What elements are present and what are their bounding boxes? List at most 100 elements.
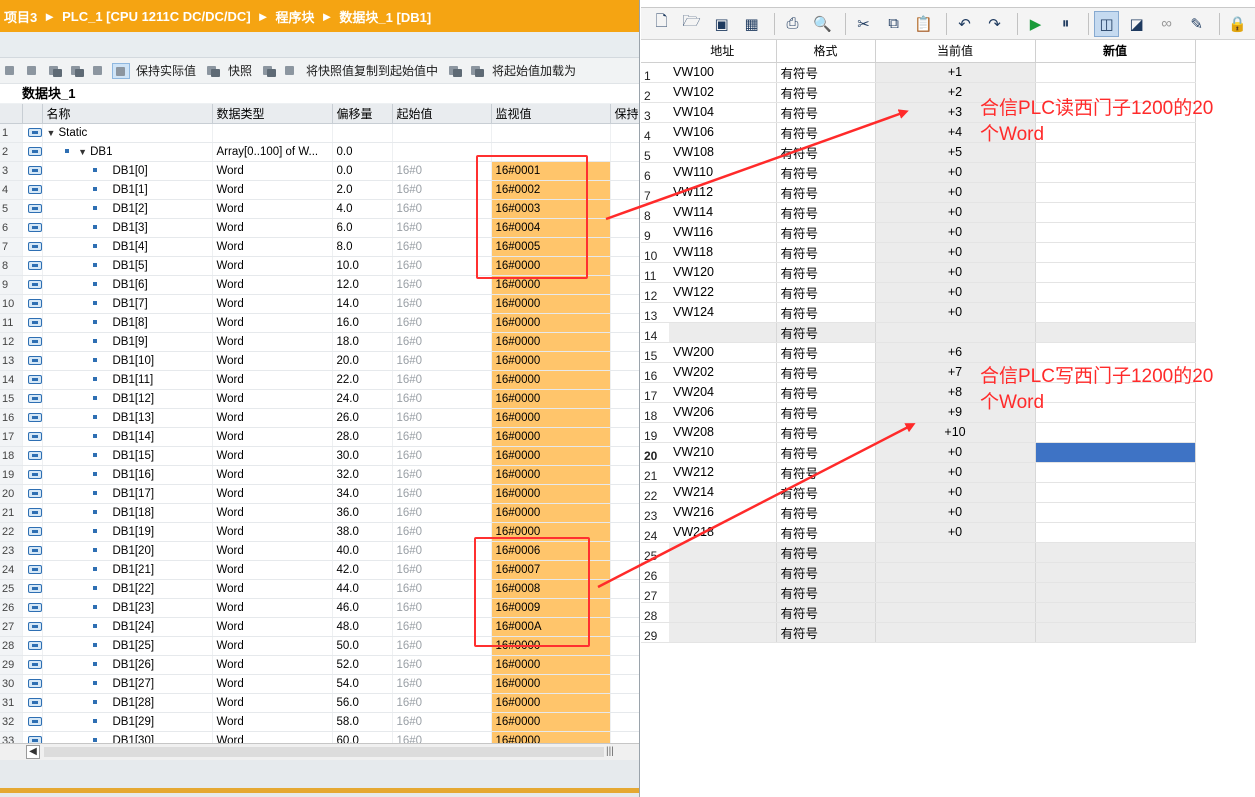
cell-start-value[interactable]: 16#0	[392, 370, 492, 390]
cell-address[interactable]	[669, 322, 777, 343]
cell-retain[interactable]	[610, 503, 639, 523]
cell-address[interactable]: VW124	[669, 302, 777, 323]
cell-retain[interactable]	[610, 522, 639, 542]
cell-format[interactable]: 有符号	[776, 322, 876, 343]
table-row[interactable]: 32 DB1[29] Word 58.0 16#0 16#0000	[0, 712, 639, 732]
monitor-all-icon[interactable]	[112, 62, 130, 79]
cell-new-value[interactable]	[1035, 542, 1196, 563]
cell-type[interactable]: Word	[212, 446, 333, 466]
cell-type[interactable]: Word	[212, 294, 333, 314]
copy-snapshot-icon-2[interactable]	[282, 63, 300, 79]
cell-type[interactable]: Word	[212, 617, 333, 637]
cell-format[interactable]: 有符号	[776, 82, 876, 103]
table-row[interactable]: 25 有符号	[641, 542, 1196, 563]
cell-name[interactable]: DB1[12]	[42, 389, 213, 409]
cell-new-value[interactable]	[1035, 462, 1196, 483]
cell-name[interactable]: DB1[16]	[42, 465, 213, 485]
cell-type[interactable]: Word	[212, 408, 333, 428]
cell-start-value[interactable]: 16#0	[392, 655, 492, 675]
cell-format[interactable]: 有符号	[776, 382, 876, 403]
cell-new-value[interactable]	[1035, 622, 1196, 643]
cell-retain[interactable]	[610, 237, 639, 257]
cell-retain[interactable]	[610, 712, 639, 732]
collapse-icon[interactable]: ▼	[78, 147, 90, 157]
cell-type[interactable]: Word	[212, 655, 333, 675]
cell-address[interactable]	[669, 582, 777, 603]
cell-retain[interactable]	[610, 256, 639, 276]
table-row[interactable]: 11 DB1[8] Word 16.0 16#0 16#0000	[0, 313, 639, 333]
cell-address[interactable]: VW104	[669, 102, 777, 123]
cell-retain[interactable]	[610, 674, 639, 694]
save-icon[interactable]: ▣	[709, 11, 734, 37]
table-row[interactable]: 20 DB1[17] Word 34.0 16#0 16#0000	[0, 484, 639, 504]
cell-retain[interactable]	[610, 560, 639, 580]
cell-name[interactable]: DB1[15]	[42, 446, 213, 466]
column-header-type[interactable]: 数据类型	[212, 104, 333, 124]
cell-start-value[interactable]: 16#0	[392, 427, 492, 447]
cell-start-value[interactable]: 16#0	[392, 389, 492, 409]
table-row[interactable]: 13 DB1[10] Word 20.0 16#0 16#0000	[0, 351, 639, 371]
cell-retain[interactable]	[610, 408, 639, 428]
cell-address[interactable]: VW120	[669, 262, 777, 283]
cell-address[interactable]: VW202	[669, 362, 777, 383]
cell-address[interactable]	[669, 622, 777, 643]
cell-start-value[interactable]	[392, 123, 492, 143]
cell-format[interactable]: 有符号	[776, 62, 876, 83]
cell-address[interactable]: VW114	[669, 202, 777, 223]
snapshot-icon[interactable]	[204, 63, 222, 79]
cell-type[interactable]: Word	[212, 237, 333, 257]
cell-name[interactable]: ▼ DB1	[42, 142, 213, 162]
cell-start-value[interactable]: 16#0	[392, 674, 492, 694]
scroll-left-icon[interactable]: ◀	[26, 745, 40, 759]
cell-start-value[interactable]: 16#0	[392, 712, 492, 732]
table-row[interactable]: 14 DB1[11] Word 22.0 16#0 16#0000	[0, 370, 639, 390]
cell-retain[interactable]	[610, 427, 639, 447]
cell-retain[interactable]	[610, 446, 639, 466]
table-row[interactable]: 6 VW110 有符号 +0	[641, 162, 1196, 183]
cell-address[interactable]: VW216	[669, 502, 777, 523]
paste-icon[interactable]: 📋	[911, 11, 936, 37]
table-row[interactable]: 23 VW216 有符号 +0	[641, 502, 1196, 523]
breadcrumb-project[interactable]: 项目3	[4, 7, 37, 26]
breadcrumb-plc[interactable]: PLC_1 [CPU 1211C DC/DC/DC]	[62, 9, 251, 24]
cell-address[interactable]: VW102	[669, 82, 777, 103]
cell-type[interactable]: Word	[212, 503, 333, 523]
cell-retain[interactable]	[610, 370, 639, 390]
cell-address[interactable]: VW122	[669, 282, 777, 303]
table-row[interactable]: 27 有符号	[641, 582, 1196, 603]
breadcrumb-program-blocks[interactable]: 程序块	[276, 7, 315, 26]
cell-retain[interactable]	[610, 294, 639, 314]
cell-name[interactable]: DB1[24]	[42, 617, 213, 637]
cell-name[interactable]: DB1[14]	[42, 427, 213, 447]
table-row[interactable]: 29 有符号	[641, 622, 1196, 643]
cell-start-value[interactable]: 16#0	[392, 693, 492, 713]
cell-new-value[interactable]	[1035, 282, 1196, 303]
cell-type[interactable]	[212, 123, 333, 143]
cell-name[interactable]: DB1[27]	[42, 674, 213, 694]
cell-name[interactable]: DB1[18]	[42, 503, 213, 523]
table-row[interactable]: 19 DB1[16] Word 32.0 16#0 16#0000	[0, 465, 639, 485]
cell-type[interactable]: Word	[212, 522, 333, 542]
cell-new-value[interactable]	[1035, 342, 1196, 363]
cell-type[interactable]: Word	[212, 674, 333, 694]
load-start-as-actual-button[interactable]: 将起始值加载为	[492, 62, 576, 79]
cell-address[interactable]: VW106	[669, 122, 777, 143]
cell-format[interactable]: 有符号	[776, 502, 876, 523]
chart-status-icon[interactable]: ◫	[1094, 10, 1120, 37]
table-row[interactable]: 12 VW122 有符号 +0	[641, 282, 1196, 303]
table-row[interactable]: 18 DB1[15] Word 30.0 16#0 16#0000	[0, 446, 639, 466]
cell-type[interactable]: Word	[212, 579, 333, 599]
cell-retain[interactable]	[610, 332, 639, 352]
new-file-icon[interactable]: 🗋	[649, 11, 674, 37]
table-row[interactable]: 19 VW208 有符号 +10	[641, 422, 1196, 443]
scroll-thumb[interactable]	[44, 747, 604, 757]
cell-start-value[interactable]: 16#0	[392, 408, 492, 428]
cell-name[interactable]: DB1[2]	[42, 199, 213, 219]
list-view-icon[interactable]	[90, 63, 108, 79]
cell-type[interactable]: Word	[212, 465, 333, 485]
column-header-current-value[interactable]: 当前值	[875, 40, 1036, 63]
cell-type[interactable]: Word	[212, 389, 333, 409]
cell-type[interactable]: Word	[212, 560, 333, 580]
cell-name[interactable]: DB1[4]	[42, 237, 213, 257]
breadcrumb-data-block[interactable]: 数据块_1 [DB1]	[339, 7, 431, 26]
